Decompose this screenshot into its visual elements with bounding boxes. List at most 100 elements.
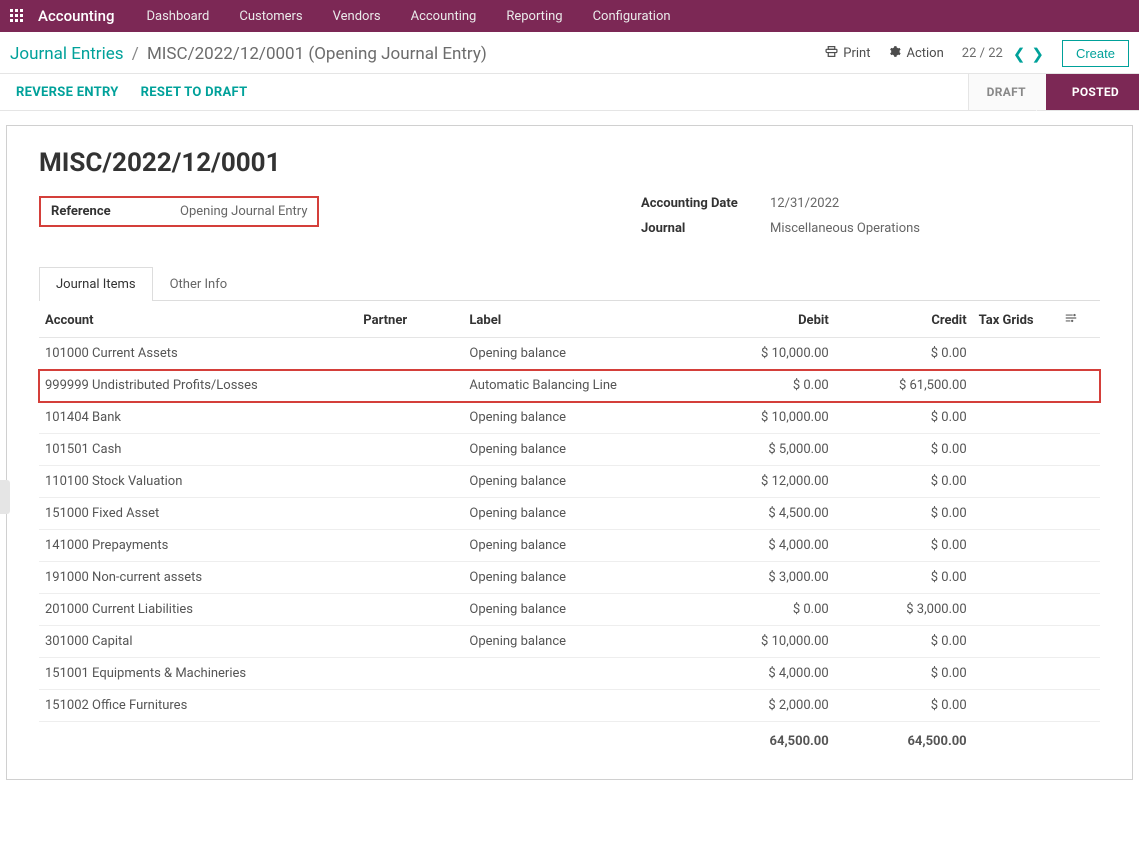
tab-journal-items[interactable]: Journal Items [39,267,153,301]
cell-account: 101404 Bank [39,402,357,434]
reverse-entry-button[interactable]: REVERSE ENTRY [16,85,119,100]
breadcrumb-current: MISC/2022/12/0001 (Opening Journal Entry… [147,44,487,64]
cell-spacer [1058,690,1100,722]
cell-partner [357,402,463,434]
nav-vendors[interactable]: Vendors [325,2,389,31]
col-partner: Partner [357,301,463,338]
cell-account: 101501 Cash [39,434,357,466]
nav-configuration[interactable]: Configuration [585,2,679,31]
cell-tax [973,498,1058,530]
cell-spacer [1058,338,1100,370]
col-settings[interactable] [1058,301,1100,338]
table-row[interactable]: 999999 Undistributed Profits/Losses Autom… [39,370,1100,402]
table-row[interactable]: 151000 Fixed AssetOpening balance$ 4,500… [39,498,1100,530]
nav-reporting[interactable]: Reporting [498,2,570,31]
cell-credit: $ 0.00 [835,530,973,562]
reset-to-draft-button[interactable]: RESET TO DRAFT [141,85,248,100]
cell-label: Opening balance [463,338,696,370]
cell-partner [357,466,463,498]
tab-other-info[interactable]: Other Info [153,267,245,301]
cell-label: Opening balance [463,402,696,434]
cell-account: 151000 Fixed Asset [39,498,357,530]
cell-account: 191000 Non-current assets [39,562,357,594]
cell-debit: $ 4,000.00 [697,530,835,562]
nav-accounting[interactable]: Accounting [403,2,485,31]
table-row[interactable]: 191000 Non-current assetsOpening balance… [39,562,1100,594]
cell-tax [973,466,1058,498]
cell-tax [973,338,1058,370]
cell-account: 141000 Prepayments [39,530,357,562]
cell-account: 201000 Current Liabilities [39,594,357,626]
form-sheet: MISC/2022/12/0001 Reference Opening Jour… [6,125,1133,780]
cell-spacer [1058,594,1100,626]
cell-partner [357,626,463,658]
cell-account: 999999 Undistributed Profits/Losses [39,370,357,402]
col-tax-grids: Tax Grids [973,301,1058,338]
entry-title: MISC/2022/12/0001 [39,148,1100,178]
cell-credit: $ 0.00 [835,402,973,434]
breadcrumb-sep: / [132,44,139,64]
table-row[interactable]: 151002 Office Furnitures$ 2,000.00$ 0.00 [39,690,1100,722]
create-button[interactable]: Create [1062,40,1129,67]
table-row[interactable]: 101404 Bank Opening balance$ 10,000.00$ 0… [39,402,1100,434]
table-row[interactable]: 151001 Equipments & Machineries $ 4,000.0… [39,658,1100,690]
cell-debit: $ 10,000.00 [697,402,835,434]
nav-customers[interactable]: Customers [231,2,310,31]
breadcrumb-bar: Journal Entries / MISC/2022/12/0001 (Ope… [0,32,1139,73]
cell-partner [357,434,463,466]
reference-value: Opening Journal Entry [180,204,307,219]
sliders-icon[interactable] [1064,314,1078,329]
cell-spacer [1058,626,1100,658]
cell-debit: $ 0.00 [697,370,835,402]
print-button[interactable]: Print [825,45,870,62]
cell-spacer [1058,498,1100,530]
cell-spacer [1058,562,1100,594]
cell-partner [357,658,463,690]
table-row[interactable]: 301000 CapitalOpening balance$ 10,000.00… [39,626,1100,658]
cell-label: Opening balance [463,530,696,562]
action-button[interactable]: Action [888,45,943,62]
cell-spacer [1058,370,1100,402]
journal-items-table: Account Partner Label Debit Credit Tax G… [39,301,1100,757]
cell-spacer [1058,466,1100,498]
cell-credit: $ 0.00 [835,498,973,530]
cell-credit: $ 0.00 [835,466,973,498]
table-row[interactable]: 141000 Prepayments Opening balance$ 4,000… [39,530,1100,562]
breadcrumb-root[interactable]: Journal Entries [10,44,124,64]
cell-spacer [1058,658,1100,690]
pager-next-icon[interactable]: ❯ [1031,45,1044,63]
stage-draft[interactable]: DRAFT [968,74,1046,110]
side-handle[interactable] [0,480,10,514]
cell-partner [357,594,463,626]
pager-prev-icon[interactable]: ❮ [1013,45,1026,63]
stage-posted[interactable]: POSTED [1046,74,1139,110]
cell-credit: $ 0.00 [835,690,973,722]
cell-account: 151002 Office Furnitures [39,690,357,722]
cell-account: 101000 Current Assets [39,338,357,370]
cell-account: 151001 Equipments & Machineries [39,658,357,690]
cell-label: Opening balance [463,594,696,626]
accounting-date-value: 12/31/2022 [770,196,839,211]
cell-debit: $ 10,000.00 [697,338,835,370]
cell-label: Opening balance [463,498,696,530]
status-bar: REVERSE ENTRY RESET TO DRAFT DRAFT POSTE… [0,73,1139,111]
nav-dashboard[interactable]: Dashboard [138,2,217,31]
pager-count: 22 / 22 [962,46,1003,61]
table-row[interactable]: 101501 CashOpening balance$ 5,000.00$ 0.… [39,434,1100,466]
table-row[interactable]: 201000 Current Liabilities Opening balanc… [39,594,1100,626]
cell-credit: $ 0.00 [835,626,973,658]
status-stages: DRAFT POSTED [968,74,1139,110]
table-row[interactable]: 110100 Stock ValuationOpening balance$ 1… [39,466,1100,498]
col-account: Account [39,301,357,338]
reference-highlight: Reference Opening Journal Entry [39,196,319,227]
cell-debit: $ 4,000.00 [697,658,835,690]
col-label: Label [463,301,696,338]
cell-label: Opening balance [463,434,696,466]
pager: 22 / 22 ❮ ❯ [962,45,1044,63]
table-row[interactable]: 101000 Current Assets Opening balance$ 10… [39,338,1100,370]
cell-label: Automatic Balancing Line [463,370,696,402]
app-title[interactable]: Accounting [38,7,114,25]
apps-icon[interactable] [10,9,24,23]
cell-partner [357,530,463,562]
cell-tax [973,562,1058,594]
